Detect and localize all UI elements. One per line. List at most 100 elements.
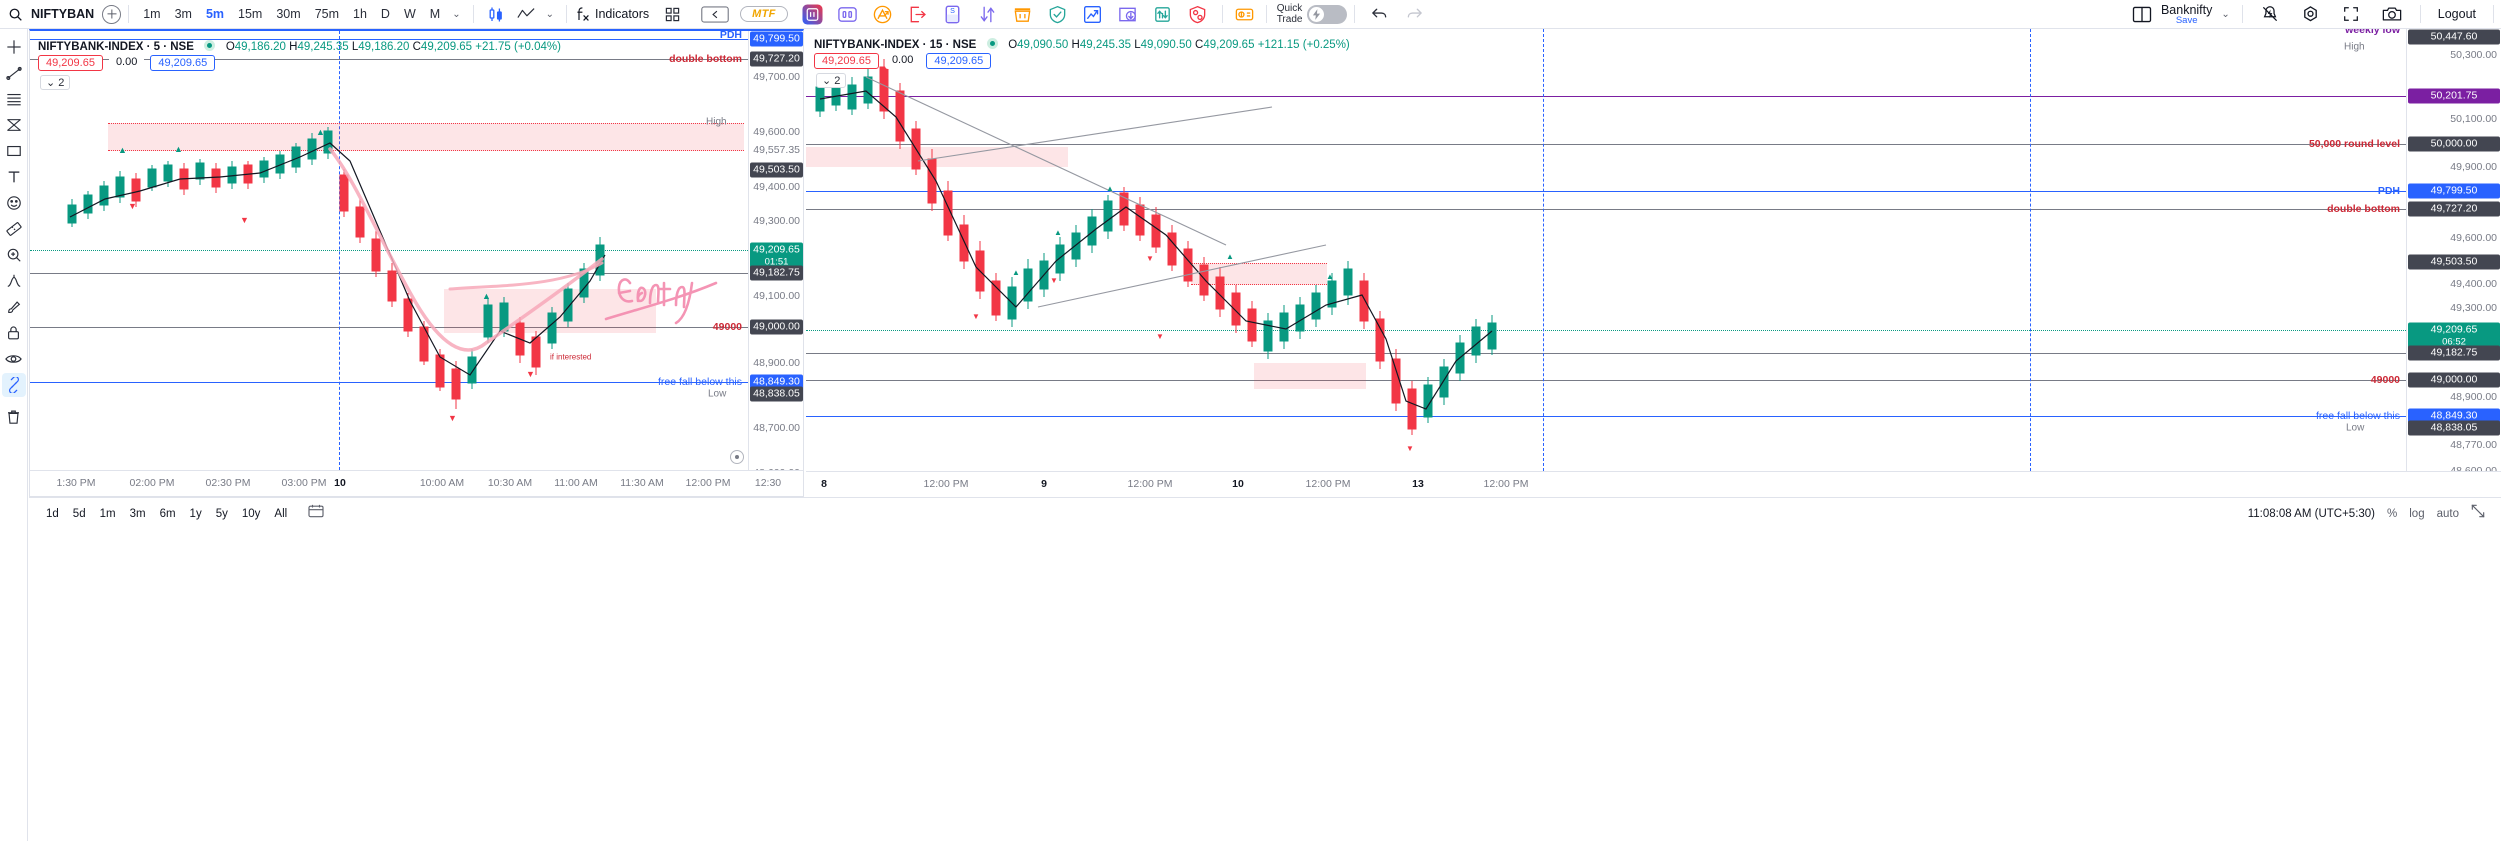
undo-icon[interactable] [1371, 7, 1388, 21]
range-3m[interactable]: 3m [123, 506, 153, 522]
timeframe-d[interactable]: D [374, 5, 397, 23]
fullscreen-icon[interactable] [2342, 5, 2360, 23]
quick-trade-switch[interactable] [1307, 4, 1348, 24]
add-symbol-button[interactable] [102, 4, 122, 24]
price-tick: 50,100.00 [2450, 113, 2497, 125]
chart-type-chevron-down-icon[interactable]: ⌄ [541, 9, 559, 20]
count-badge-left[interactable]: ⌄ 2 [40, 75, 71, 90]
line-chart-icon[interactable] [516, 7, 535, 21]
wallet-icon[interactable] [1234, 4, 1255, 25]
candlestick-series-right: ▲ ▲ ▲ ▲ ▲ ▼ ▼ ▼ ▼ ▼ [815, 59, 1497, 453]
bottom-bar: 1d 5d 1m 3m 6m 1y 5y 10y All 11:08:08 AM… [29, 497, 2501, 529]
risk-icon[interactable] [1187, 4, 1208, 25]
note-weekly-low-right: weekly low [2345, 29, 2400, 36]
text-icon[interactable] [2, 165, 26, 189]
trendline-icon[interactable] [2, 61, 26, 85]
order-flow-icon[interactable] [977, 4, 998, 25]
measure-icon[interactable] [2, 217, 26, 241]
range-6m[interactable]: 6m [153, 506, 183, 522]
price-tick: 49,900.00 [2450, 161, 2497, 173]
camera-icon[interactable] [2382, 5, 2402, 23]
timeframe-1m[interactable]: 1m [136, 5, 167, 23]
cursor-icon[interactable] [2, 35, 26, 59]
exit-door-icon[interactable] [907, 4, 928, 25]
note-double-bottom-left: double bottom [669, 53, 742, 65]
time-axis-left[interactable]: 1:30 PM 02:00 PM 02:30 PM 03:00 PM 10 10… [30, 470, 803, 496]
badge-price-blue-left[interactable]: 49,209.65 [150, 55, 216, 71]
indicators-button[interactable]: Indicators [595, 7, 653, 21]
chart-pane-left[interactable]: NIFTYBANK-INDEX · 5 · NSE O49,186.20 H49… [29, 29, 804, 497]
timeframe-1h[interactable]: 1h [346, 5, 374, 23]
timeframe-m[interactable]: M [423, 5, 447, 23]
quick-trade-toggle[interactable]: Quick Trade [1277, 3, 1348, 25]
timeframe-30m[interactable]: 30m [269, 5, 307, 23]
svg-text:▼: ▼ [128, 201, 137, 211]
timeframe-15m[interactable]: 15m [231, 5, 269, 23]
redo-icon[interactable] [1406, 7, 1423, 21]
mtf-button[interactable]: MTF [740, 6, 788, 22]
volume-app-icon[interactable] [837, 4, 858, 25]
range-10y[interactable]: 10y [235, 506, 268, 522]
range-5d[interactable]: 5d [66, 506, 93, 522]
volume-profile-icon[interactable] [1152, 4, 1173, 25]
exit-position-icon[interactable] [872, 4, 893, 25]
pitchfork-icon[interactable] [2, 269, 26, 293]
download-position-icon[interactable] [1117, 4, 1138, 25]
horizontal-lines-icon[interactable] [2, 87, 26, 111]
plot-area-right[interactable]: ▲ ▲ ▲ ▲ ▲ ▼ ▼ ▼ ▼ ▼ High Low weekly low 50,000… [806, 29, 2406, 471]
trade-app-icon[interactable] [802, 3, 823, 25]
alert-lightning-icon[interactable] [2261, 5, 2279, 23]
scrip-icon[interactable]: S [942, 4, 963, 25]
timeframe-more-chevron-down-icon[interactable]: ⌄ [447, 9, 465, 20]
breakout-icon[interactable] [1082, 4, 1103, 25]
badge-price-blue-right[interactable]: 49,209.65 [926, 53, 992, 69]
percent-scale-button[interactable]: % [2387, 508, 2397, 520]
badge-price-red-left[interactable]: 49,209.65 [38, 55, 103, 71]
chart-pane-right[interactable]: NIFTYBANK-INDEX · 15 · NSE O49,090.50 H4… [806, 29, 2501, 497]
range-1m[interactable]: 1m [93, 506, 123, 522]
crosshair-reset-icon[interactable] [730, 450, 744, 464]
lock-icon[interactable] [2, 321, 26, 345]
layout-split-icon[interactable] [2132, 6, 2152, 23]
basket-icon[interactable] [1012, 4, 1033, 25]
range-1y[interactable]: 1y [183, 506, 209, 522]
gear-icon[interactable] [2301, 5, 2320, 24]
time-axis-right[interactable]: 8 12:00 PM 9 12:00 PM 10 12:00 PM 13 12:… [806, 471, 2501, 497]
logout-button[interactable]: Logout [2428, 7, 2486, 21]
price-axis-right[interactable]: 50,300.00 50,100.00 49,900.00 49,600.00 … [2406, 29, 2501, 477]
badge-price-red-right[interactable]: 49,209.65 [814, 53, 879, 69]
range-5y[interactable]: 5y [209, 506, 235, 522]
count-badge-right[interactable]: ⌄ 2 [816, 73, 847, 88]
layout-selector[interactable]: Banknifty Save [2161, 3, 2212, 26]
search-icon[interactable] [0, 7, 23, 22]
rectangle-icon[interactable] [2, 139, 26, 163]
candlestick-chart-icon[interactable] [488, 6, 504, 23]
log-scale-button[interactable]: log [2409, 508, 2424, 520]
auto-scale-button[interactable]: auto [2437, 508, 2459, 520]
layout-chevron-down-icon[interactable]: ⌄ [2216, 9, 2234, 20]
plot-area-left[interactable]: ▲ ▲ ▲ ▲ ▼ ▼ ▼ ▼ High Low PDH double bottom 4… [30, 31, 748, 470]
grid-layout-icon[interactable] [665, 7, 680, 22]
timeframe-3m[interactable]: 3m [168, 5, 199, 23]
fib-retracement-icon[interactable] [2, 113, 26, 137]
range-1d[interactable]: 1d [39, 506, 66, 522]
emoji-icon[interactable] [2, 191, 26, 215]
svg-text:▲: ▲ [1106, 184, 1114, 193]
shield-icon[interactable] [1047, 4, 1068, 25]
timeframe-w[interactable]: W [397, 5, 423, 23]
zoom-icon[interactable] [2, 243, 26, 267]
expand-chart-icon[interactable] [2471, 504, 2485, 523]
calendar-icon[interactable] [308, 504, 324, 523]
timeframe-75m[interactable]: 75m [308, 5, 346, 23]
price-axis-left[interactable]: 49,727.20 49,700.00 49,600.00 49,557.35 … [748, 31, 803, 479]
magnet-icon[interactable] [1, 373, 26, 397]
eye-icon[interactable] [2, 347, 26, 371]
trash-icon[interactable] [2, 405, 26, 429]
function-icon [576, 6, 590, 22]
range-all[interactable]: All [267, 506, 294, 522]
brush-icon[interactable] [2, 295, 26, 319]
symbol-search-input[interactable]: NIFTYBAN [23, 7, 98, 21]
price-tick: 49,557.35 [753, 144, 800, 156]
collapse-panel-icon[interactable] [700, 5, 730, 23]
timeframe-5m[interactable]: 5m [199, 5, 231, 23]
